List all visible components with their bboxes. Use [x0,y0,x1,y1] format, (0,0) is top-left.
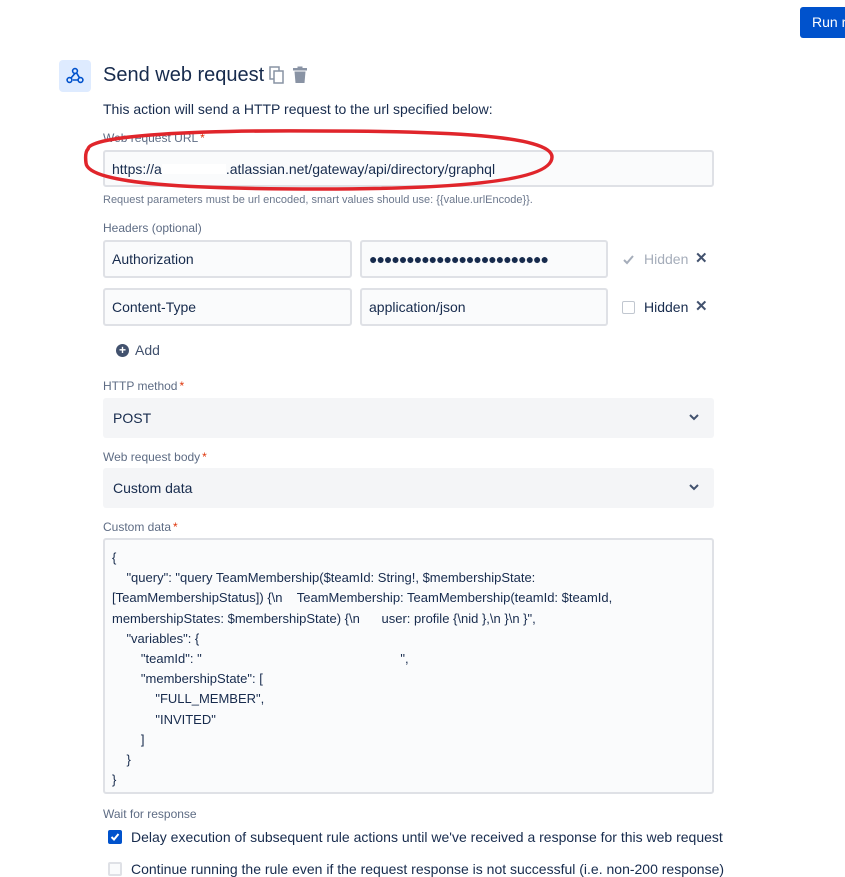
page-title: Send web request [103,64,265,86]
method-select[interactable]: POST [103,398,714,438]
method-label: HTTP method * [103,379,185,393]
hidden-label: Hidden [644,251,689,267]
url-help-text: Request parameters must be url encoded, … [103,194,533,206]
chevron-down-icon [689,484,699,491]
chevron-down-icon [689,414,699,421]
headers-label: Headers (optional) [103,221,202,235]
body-value: Custom data [113,480,193,496]
webhook-icon [59,60,91,92]
remove-header-icon[interactable]: ✕ [695,249,708,267]
trash-icon[interactable] [291,66,309,84]
run-button[interactable]: Run r [800,7,845,38]
wait-label: Wait for response [103,807,197,821]
custom-data-textarea[interactable]: { "query": "query TeamMembership($teamId… [103,538,714,794]
header-key-input[interactable]: Authorization [103,240,352,278]
hidden-checkbox[interactable] [622,301,635,314]
add-header-button[interactable]: + Add [116,342,160,358]
body-select[interactable]: Custom data [103,468,714,508]
method-value: POST [113,410,152,426]
header-value-input[interactable]: application/json [360,288,608,326]
body-label: Web request body * [103,450,207,464]
url-label: Web request URL * [103,131,205,145]
header-key-input[interactable]: Content-Type [103,288,352,326]
add-label: Add [135,342,160,358]
hidden-label: Hidden [644,299,689,315]
hidden-checkbox[interactable] [622,253,635,266]
copy-icon[interactable] [268,66,286,84]
remove-header-icon[interactable]: ✕ [695,297,708,315]
plus-circle-icon: + [116,343,129,357]
delay-checkbox[interactable] [108,830,122,844]
continue-checkbox[interactable] [108,862,122,876]
delay-label: Delay execution of subsequent rule actio… [131,829,723,845]
header-value-input[interactable]: ●●●●●●●●●●●●●●●●●●●●●●●● [360,240,608,278]
url-input[interactable]: https://a .atlassian.net/gateway/api/dire… [103,150,714,187]
continue-label: Continue running the rule even if the re… [131,861,725,877]
custom-data-label: Custom data * [103,520,178,534]
action-description: This action will send a HTTP request to … [103,101,493,117]
